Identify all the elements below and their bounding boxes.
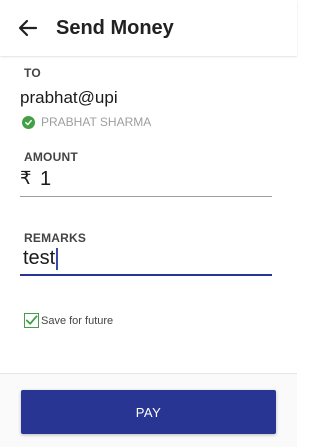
app-bar: Send Money — [0, 0, 297, 56]
rupee-symbol: ₹ — [20, 168, 32, 188]
text-cursor — [56, 247, 59, 270]
check-circle-icon — [22, 115, 35, 129]
save-label: Save for future — [41, 314, 114, 327]
back-button[interactable] — [16, 16, 40, 40]
amount-label: AMOUNT — [24, 150, 78, 164]
to-label: TO — [24, 66, 41, 80]
remarks-field[interactable]: test — [20, 247, 272, 277]
checkmark-icon — [25, 315, 38, 325]
arrow-left-icon — [18, 19, 38, 37]
verified-name: PRABHAT SHARMA — [41, 115, 152, 129]
amount-underline — [20, 196, 272, 197]
page-title: Send Money — [56, 17, 174, 39]
remarks-label: REMARKS — [24, 231, 87, 245]
remarks-underline — [20, 274, 272, 276]
amount-value: 1 — [40, 168, 52, 190]
verified-payee: PRABHAT SHARMA — [22, 115, 151, 129]
pay-button[interactable]: PAY — [21, 390, 276, 434]
save-for-future-row[interactable]: Save for future — [24, 313, 113, 328]
save-checkbox[interactable] — [24, 313, 39, 328]
remarks-value: test — [23, 247, 56, 269]
payee-vpa: prabhat@upi — [20, 88, 118, 107]
bottom-bar: PAY — [0, 373, 297, 447]
amount-field[interactable]: ₹ 1 — [20, 168, 272, 198]
